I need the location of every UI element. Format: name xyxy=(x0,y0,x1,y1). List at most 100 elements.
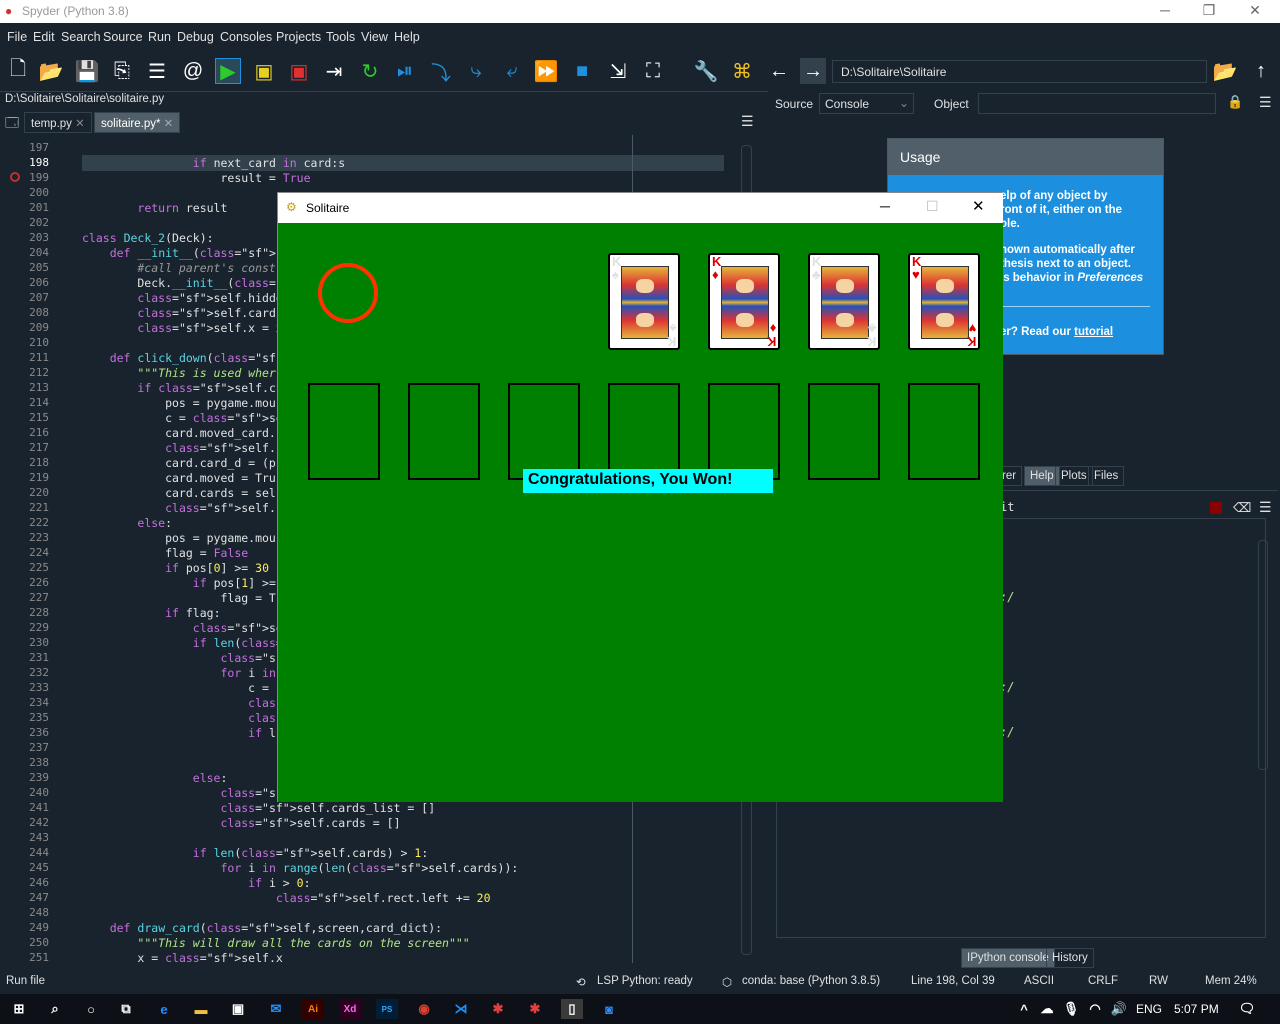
stop-icon[interactable]: ■ xyxy=(569,58,595,84)
browse-tabs-icon[interactable]: 🗔 xyxy=(5,114,19,136)
notepad-icon[interactable]: ▯ xyxy=(561,999,583,1019)
game-minimize-icon[interactable]: ─ xyxy=(880,198,890,214)
console-scrollbar[interactable] xyxy=(1258,540,1268,770)
tutorial-link[interactable]: tutorial xyxy=(1074,326,1113,338)
game-maximize-icon[interactable]: ☐ xyxy=(926,198,939,215)
store-icon[interactable]: ▣ xyxy=(227,999,249,1019)
foundation-card-spades[interactable]: K ♠ K ♠ xyxy=(608,253,680,350)
code-line: pos = pygame.mou xyxy=(82,531,276,545)
zoom-icon[interactable]: ◙ xyxy=(598,999,620,1019)
file-explorer-icon[interactable]: ▬ xyxy=(190,999,212,1019)
spyder-taskbar-icon-2[interactable]: ✱ xyxy=(524,999,546,1019)
options-menu-icon[interactable]: ☰ xyxy=(1259,94,1272,111)
tableau-slot[interactable] xyxy=(408,383,480,480)
wrench-icon[interactable]: 🔧 xyxy=(693,58,719,84)
save-icon[interactable]: 💾 xyxy=(74,58,100,84)
wifi-icon[interactable]: ◠ xyxy=(1084,999,1106,1019)
menu-help[interactable]: Help xyxy=(394,30,420,44)
lock-icon[interactable]: 🔒 xyxy=(1227,94,1243,110)
illustrator-icon[interactable]: Ai xyxy=(302,999,324,1019)
list-icon[interactable]: ☰ xyxy=(144,58,170,84)
menu-projects[interactable]: Projects xyxy=(276,30,321,44)
tab-history[interactable]: History xyxy=(1046,948,1094,968)
game-board[interactable]: K ♠ K ♠ K ♦ K ♦ K ♣ K ♣ K ♥ K ♥ Congratulations,… xyxy=(278,223,1003,802)
vscode-icon[interactable]: ⋊ xyxy=(450,999,472,1019)
open-folder-icon[interactable]: 📂 xyxy=(38,58,64,84)
object-input[interactable] xyxy=(978,93,1216,114)
onedrive-icon[interactable]: ☁ xyxy=(1036,999,1058,1019)
rerun-icon[interactable]: ↻ xyxy=(357,58,383,84)
forward-arrow-icon[interactable]: → xyxy=(800,58,826,84)
menu-file[interactable]: File xyxy=(7,30,27,44)
tab-temp[interactable]: temp.py ✕ xyxy=(24,112,92,133)
save-all-icon[interactable]: ⎘ xyxy=(109,58,135,84)
debug-icon[interactable]: ⏯ xyxy=(392,58,418,84)
minimize-icon[interactable]: ─ xyxy=(1150,2,1180,18)
tab-solitaire[interactable]: solitaire.py* ✕ xyxy=(94,112,181,133)
editor-options-icon[interactable]: ☰ xyxy=(741,113,754,130)
chrome-icon[interactable]: ◉ xyxy=(413,999,435,1019)
parent-dir-arrow-icon[interactable]: ↑ xyxy=(1248,58,1274,84)
at-icon[interactable]: @ xyxy=(180,58,206,84)
continue-icon[interactable]: ⏩ xyxy=(533,58,559,84)
chevron-up-icon[interactable]: ^ xyxy=(1013,999,1035,1019)
tab-files[interactable]: Files xyxy=(1088,466,1125,486)
new-file-icon[interactable]: 🗋 xyxy=(5,58,31,84)
tab-ipython-console[interactable]: IPython console xyxy=(961,948,1055,968)
maximize-pane-icon[interactable]: ⇲ xyxy=(605,58,631,84)
edge-icon[interactable]: e xyxy=(153,999,175,1019)
menu-consoles[interactable]: Consoles xyxy=(220,30,272,44)
usage-divider xyxy=(1000,306,1150,307)
run-cell-icon[interactable]: ▣ xyxy=(251,58,277,84)
language-indicator[interactable]: ENG xyxy=(1136,1002,1162,1016)
spyder-taskbar-icon[interactable]: ✱ xyxy=(487,999,509,1019)
step-into-icon[interactable]: ⤷ xyxy=(463,58,489,84)
menu-edit[interactable]: Edit xyxy=(33,30,55,44)
deck-reset-circle-icon[interactable] xyxy=(318,263,378,323)
mail-icon[interactable]: ✉ xyxy=(265,999,287,1019)
tableau-slot[interactable] xyxy=(808,383,880,480)
cortana-icon[interactable]: ○ xyxy=(80,999,102,1019)
run-cell-advance-icon[interactable]: ▣ xyxy=(286,58,312,84)
fullscreen-icon[interactable]: ⛶ xyxy=(640,58,666,84)
source-select[interactable]: Console ⌄ xyxy=(819,93,914,114)
maximize-icon[interactable]: ❐ xyxy=(1194,2,1224,19)
menu-view[interactable]: View xyxy=(361,30,388,44)
close-tab-icon[interactable]: ✕ xyxy=(75,118,85,130)
tableau-slot[interactable] xyxy=(908,383,980,480)
microphone-icon[interactable]: 🎙 xyxy=(1060,999,1082,1019)
notifications-icon[interactable]: 🗨 xyxy=(1236,999,1258,1019)
tableau-slot[interactable] xyxy=(308,383,380,480)
menu-tools[interactable]: Tools xyxy=(326,30,355,44)
tableau-slot[interactable] xyxy=(608,383,680,480)
volume-icon[interactable]: 🔊 xyxy=(1108,999,1130,1019)
menu-run[interactable]: Run xyxy=(148,30,171,44)
tab-plots[interactable]: Plots xyxy=(1055,466,1093,486)
step-return-icon[interactable]: ⤶ xyxy=(499,58,525,84)
tableau-slot[interactable] xyxy=(508,383,580,480)
menu-debug[interactable]: Debug xyxy=(177,30,214,44)
menu-source[interactable]: Source xyxy=(103,30,143,44)
foundation-card-diamonds[interactable]: K ♦ K ♦ xyxy=(708,253,780,350)
close-tab-icon[interactable]: ✕ xyxy=(164,118,174,130)
windows-start-icon[interactable]: ⊞ xyxy=(8,999,30,1019)
run-selection-icon[interactable]: ⇥ xyxy=(321,58,347,84)
browse-folder-icon[interactable]: 📂 xyxy=(1212,58,1238,84)
clock[interactable]: 5:07 PM xyxy=(1174,1002,1219,1016)
close-icon[interactable]: ✕ xyxy=(1240,2,1270,19)
run-icon[interactable]: ▶ xyxy=(215,58,241,84)
photoshop-icon[interactable]: PS xyxy=(376,999,398,1019)
python-path-icon[interactable]: ⌘ xyxy=(729,58,755,84)
xd-icon[interactable]: Xd xyxy=(339,999,361,1019)
game-close-icon[interactable]: ✕ xyxy=(972,197,985,215)
tableau-slot[interactable] xyxy=(708,383,780,480)
task-view-icon[interactable]: ⧉ xyxy=(115,999,137,1019)
menu-search[interactable]: Search xyxy=(61,30,101,44)
search-icon[interactable]: ⌕ xyxy=(44,999,66,1019)
foundation-card-clubs[interactable]: K ♣ K ♣ xyxy=(808,253,880,350)
breakpoint-icon[interactable] xyxy=(10,172,20,182)
back-arrow-icon[interactable]: ← xyxy=(766,58,792,84)
working-directory-input[interactable]: D:\Solitaire\Solitaire xyxy=(832,60,1207,83)
foundation-card-hearts[interactable]: K ♥ K ♥ xyxy=(908,253,980,350)
step-icon[interactable]: ⤵ xyxy=(428,58,454,85)
